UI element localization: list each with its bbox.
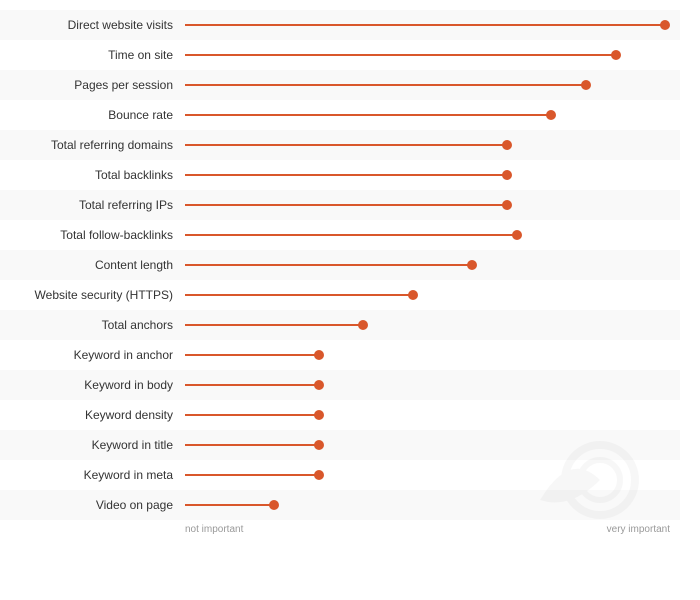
bar-line — [185, 444, 319, 446]
row-label: Keyword in body — [0, 378, 185, 392]
chart-row: Keyword in body — [0, 370, 680, 400]
bar-dot — [314, 410, 324, 420]
bar-line — [185, 324, 363, 326]
bar-dot — [408, 290, 418, 300]
row-label: Website security (HTTPS) — [0, 288, 185, 302]
row-bar-area — [185, 370, 680, 400]
chart-row: Content length — [0, 250, 680, 280]
row-label: Pages per session — [0, 78, 185, 92]
row-label: Video on page — [0, 498, 185, 512]
bar-dot — [467, 260, 477, 270]
row-label: Bounce rate — [0, 108, 185, 122]
bar-dot — [660, 20, 670, 30]
bar-line — [185, 234, 517, 236]
bar-dot — [314, 470, 324, 480]
row-label: Keyword in meta — [0, 468, 185, 482]
axis-label-left: not important — [185, 524, 243, 535]
row-bar-area — [185, 40, 680, 70]
row-bar-area — [185, 190, 680, 220]
row-bar-area — [185, 250, 680, 280]
bar-dot — [581, 80, 591, 90]
chart-row: Pages per session — [0, 70, 680, 100]
row-bar-area — [185, 100, 680, 130]
row-bar-area — [185, 430, 680, 460]
row-bar-area — [185, 70, 680, 100]
row-bar-area — [185, 460, 680, 490]
bar-dot — [314, 380, 324, 390]
chart-row: Website security (HTTPS) — [0, 280, 680, 310]
chart-container: Direct website visits Time on site Pages p… — [0, 0, 700, 580]
row-label: Total anchors — [0, 318, 185, 332]
axis-labels: not important very important — [0, 524, 680, 535]
bar-dot — [546, 110, 556, 120]
row-bar-area — [185, 220, 680, 250]
row-bar-area — [185, 340, 680, 370]
bar-dot — [512, 230, 522, 240]
bar-dot — [611, 50, 621, 60]
row-bar-area — [185, 160, 680, 190]
axis-label-right: very important — [607, 524, 670, 535]
chart-row: Keyword in title — [0, 430, 680, 460]
bar-line — [185, 174, 507, 176]
bar-dot — [269, 500, 279, 510]
chart-row: Total anchors — [0, 310, 680, 340]
bar-line — [185, 24, 665, 26]
bar-line — [185, 474, 319, 476]
row-label: Keyword density — [0, 408, 185, 422]
row-label: Direct website visits — [0, 18, 185, 32]
row-label: Total backlinks — [0, 168, 185, 182]
bar-line — [185, 504, 274, 506]
chart-row: Time on site — [0, 40, 680, 70]
chart-row: Total backlinks — [0, 160, 680, 190]
bar-line — [185, 204, 507, 206]
chart-row: Keyword in anchor — [0, 340, 680, 370]
bar-line — [185, 144, 507, 146]
row-label: Total referring IPs — [0, 198, 185, 212]
row-label: Total follow-backlinks — [0, 228, 185, 242]
chart-row: Bounce rate — [0, 100, 680, 130]
row-label: Keyword in anchor — [0, 348, 185, 362]
row-label: Keyword in title — [0, 438, 185, 452]
row-bar-area — [185, 280, 680, 310]
row-bar-area — [185, 400, 680, 430]
bar-line — [185, 114, 551, 116]
chart-row: Video on page — [0, 490, 680, 520]
bar-dot — [502, 200, 512, 210]
row-label: Content length — [0, 258, 185, 272]
chart-row: Total referring IPs — [0, 190, 680, 220]
bar-line — [185, 264, 472, 266]
row-bar-area — [185, 310, 680, 340]
bar-line — [185, 84, 586, 86]
bar-dot — [502, 140, 512, 150]
chart-row: Total referring domains — [0, 130, 680, 160]
bar-line — [185, 384, 319, 386]
bar-line — [185, 294, 413, 296]
bar-dot — [314, 440, 324, 450]
row-bar-area — [185, 10, 680, 40]
row-label: Time on site — [0, 48, 185, 62]
bar-line — [185, 54, 616, 56]
bar-dot — [358, 320, 368, 330]
bar-line — [185, 354, 319, 356]
row-bar-area — [185, 490, 680, 520]
bar-dot — [314, 350, 324, 360]
bar-dot — [502, 170, 512, 180]
rows-container: Direct website visits Time on site Pages p… — [0, 10, 680, 520]
row-label: Total referring domains — [0, 138, 185, 152]
chart-row: Keyword in meta — [0, 460, 680, 490]
chart-row: Direct website visits — [0, 10, 680, 40]
chart-row: Keyword density — [0, 400, 680, 430]
row-bar-area — [185, 130, 680, 160]
chart-row: Total follow-backlinks — [0, 220, 680, 250]
bar-line — [185, 414, 319, 416]
